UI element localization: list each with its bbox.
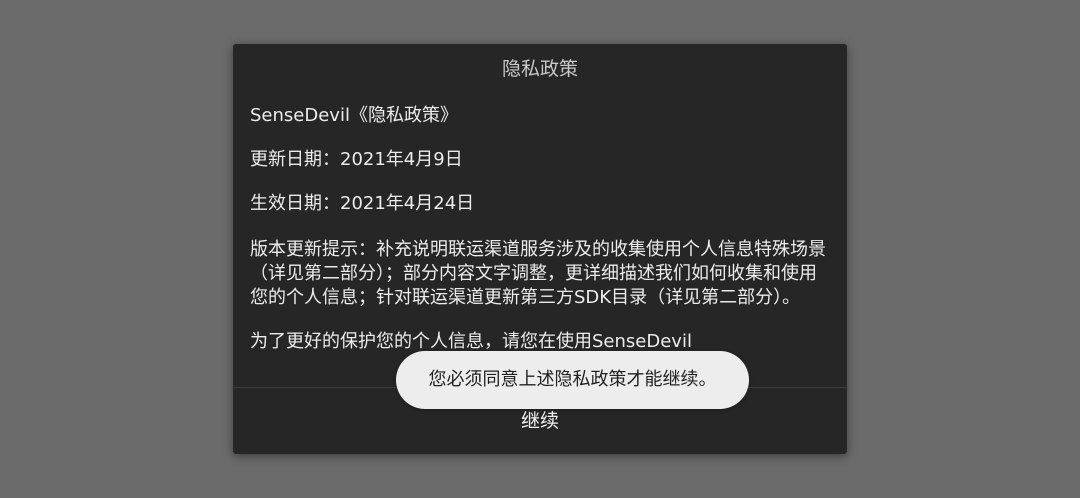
toast-message: 您必须同意上述隐私政策才能继续。 xyxy=(396,351,749,409)
version-update-notice: 版本更新提示：补充说明联运渠道服务涉及的收集使用个人信息特殊场景（详见第二部分）… xyxy=(250,239,826,308)
policy-heading: SenseDevil《隐私政策》 xyxy=(250,105,458,126)
update-date: 更新日期：2021年4月9日 xyxy=(250,149,463,170)
dialog-title: 隐私政策 xyxy=(501,58,578,80)
effective-date: 生效日期：2021年4月24日 xyxy=(250,193,475,214)
